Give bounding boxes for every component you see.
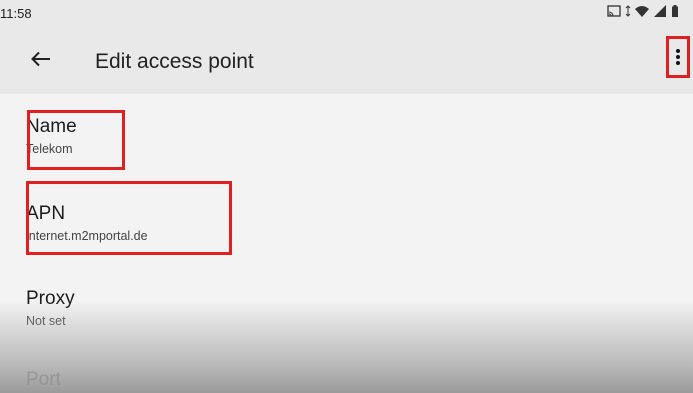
status-icons bbox=[607, 5, 679, 17]
pref-summary: Telekom bbox=[26, 142, 73, 156]
pref-title: Port bbox=[26, 369, 61, 390]
pref-summary: internet.m2mportal.de bbox=[26, 229, 148, 243]
status-bar: 11:58 bbox=[0, 0, 693, 26]
pref-apn[interactable]: APN internet.m2mportal.de bbox=[26, 203, 148, 244]
app-bar: Edit access point bbox=[0, 26, 693, 94]
pref-title: Name bbox=[26, 116, 77, 137]
pref-title: Proxy bbox=[26, 288, 75, 309]
arrow-back-icon bbox=[31, 51, 50, 67]
pref-name[interactable]: Name Telekom bbox=[26, 116, 77, 157]
pref-title: APN bbox=[26, 203, 66, 224]
cast-icon bbox=[607, 5, 621, 17]
wifi-icon bbox=[635, 6, 649, 17]
back-button[interactable] bbox=[26, 44, 56, 74]
preference-list: Name Telekom APN internet.m2mportal.de P… bbox=[0, 94, 693, 393]
more-options-button[interactable] bbox=[666, 36, 690, 78]
battery-icon bbox=[672, 5, 678, 17]
page-title: Edit access point bbox=[95, 50, 254, 73]
status-time: 11:58 bbox=[0, 6, 32, 21]
pref-port[interactable]: Port bbox=[26, 369, 61, 391]
signal-icon bbox=[654, 5, 666, 17]
more-vert-icon bbox=[676, 49, 680, 65]
pref-proxy[interactable]: Proxy Not set bbox=[26, 288, 75, 329]
data-transfer-icon bbox=[625, 5, 631, 17]
pref-summary: Not set bbox=[26, 314, 66, 328]
